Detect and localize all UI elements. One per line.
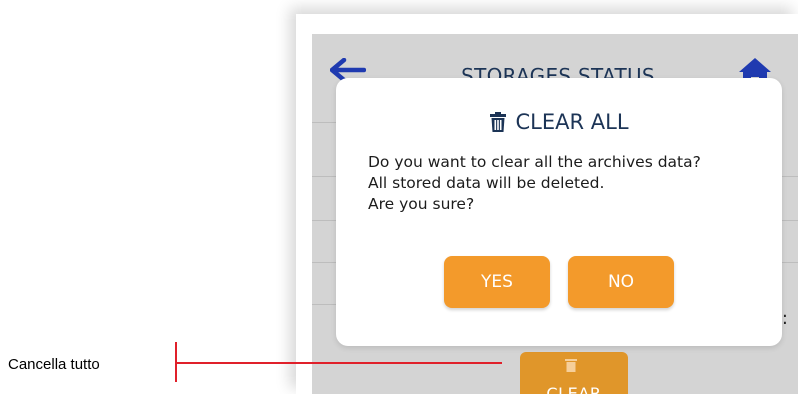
trash-icon — [565, 359, 577, 372]
annotation-line — [176, 362, 502, 364]
clear-button[interactable]: CLEAR — [520, 352, 628, 394]
list-divider — [312, 122, 336, 123]
dialog-message-line: Do you want to clear all the archives da… — [368, 153, 701, 171]
edge-glyph: : — [781, 308, 788, 329]
list-divider — [312, 262, 336, 263]
dialog-title-text: CLEAR ALL — [515, 110, 629, 134]
dialog-message: Do you want to clear all the archives da… — [368, 152, 768, 215]
no-button[interactable]: NO — [568, 256, 674, 308]
list-divider — [312, 176, 336, 177]
list-divider — [312, 220, 336, 221]
confirm-dialog: CLEAR ALL Do you want to clear all the a… — [336, 78, 782, 346]
annotation-label: Cancella tutto — [8, 356, 100, 373]
clear-button-label: CLEAR — [546, 384, 602, 394]
dialog-title: CLEAR ALL — [336, 110, 782, 134]
dialog-message-line: Are you sure? — [368, 195, 475, 213]
dialog-message-line: All stored data will be deleted. — [368, 174, 605, 192]
yes-button[interactable]: YES — [444, 256, 550, 308]
list-divider — [312, 304, 336, 305]
trash-icon — [490, 112, 507, 132]
